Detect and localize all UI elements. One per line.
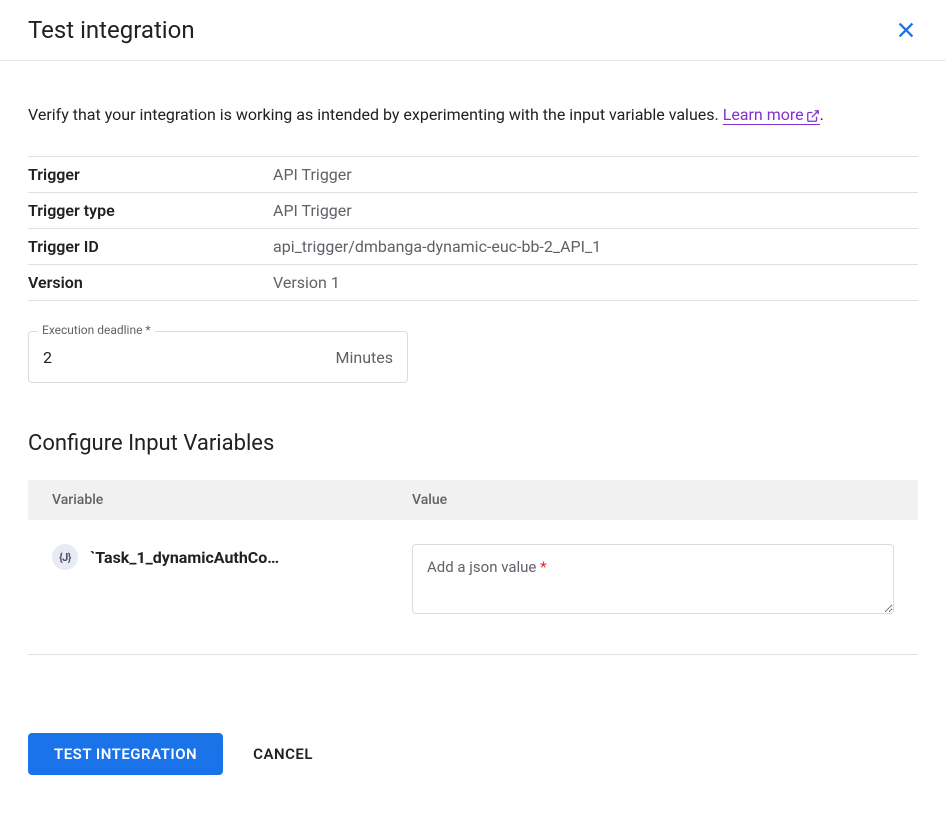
dialog-header: Test integration xyxy=(0,0,946,61)
trigger-info-table: Trigger API Trigger Trigger type API Tri… xyxy=(28,156,918,301)
table-row: Trigger type API Trigger xyxy=(28,193,918,229)
variable-name: `Task_1_dynamicAuthCo… xyxy=(90,548,279,567)
execution-deadline-suffix: Minutes xyxy=(336,348,394,367)
close-icon xyxy=(895,19,917,41)
info-value: api_trigger/dmbanga-dynamic-euc-bb-2_API… xyxy=(273,229,918,265)
json-value-wrapper: Add a json value * xyxy=(412,544,894,618)
info-label: Version xyxy=(28,265,273,301)
info-label: Trigger ID xyxy=(28,229,273,265)
dialog-title: Test integration xyxy=(28,16,195,44)
description-prefix: Verify that your integration is working … xyxy=(28,105,723,124)
info-value: Version 1 xyxy=(273,265,918,301)
cancel-button[interactable]: CANCEL xyxy=(253,745,313,763)
close-button[interactable] xyxy=(894,18,918,42)
execution-deadline-field: Minutes xyxy=(28,331,408,383)
info-label: Trigger type xyxy=(28,193,273,229)
test-integration-button[interactable]: TEST INTEGRATION xyxy=(28,733,223,775)
section-divider xyxy=(28,654,918,655)
execution-deadline-input[interactable] xyxy=(43,348,336,367)
column-variable: Variable xyxy=(28,480,388,520)
learn-more-link[interactable]: Learn more xyxy=(723,105,820,125)
external-link-icon xyxy=(806,109,820,123)
table-row: Trigger ID api_trigger/dmbanga-dynamic-e… xyxy=(28,229,918,265)
info-label: Trigger xyxy=(28,157,273,193)
execution-deadline-label: Execution deadline * xyxy=(38,323,155,337)
description-text: Verify that your integration is working … xyxy=(28,101,918,128)
table-row: {J} `Task_1_dynamicAuthCo… Add a json va… xyxy=(28,520,918,642)
info-value: API Trigger xyxy=(273,193,918,229)
info-value: API Trigger xyxy=(273,157,918,193)
description-suffix: . xyxy=(820,105,824,124)
input-variables-title: Configure Input Variables xyxy=(28,431,918,456)
execution-deadline-field-wrapper: Execution deadline * Minutes xyxy=(28,331,408,383)
table-row: Trigger API Trigger xyxy=(28,157,918,193)
table-header-row: Variable Value xyxy=(28,480,918,520)
table-row: Version Version 1 xyxy=(28,265,918,301)
variable-cell: {J} `Task_1_dynamicAuthCo… xyxy=(52,544,364,570)
input-variables-table: Variable Value {J} `Task_1_dynamicAuthCo… xyxy=(28,480,918,642)
dialog-content: Verify that your integration is working … xyxy=(0,61,946,683)
json-icon-text: {J} xyxy=(59,551,71,564)
column-value: Value xyxy=(388,480,918,520)
json-value-input[interactable] xyxy=(412,544,894,614)
json-icon: {J} xyxy=(52,544,78,570)
learn-more-text: Learn more xyxy=(723,105,804,124)
dialog-footer: TEST INTEGRATION CANCEL xyxy=(0,683,946,803)
